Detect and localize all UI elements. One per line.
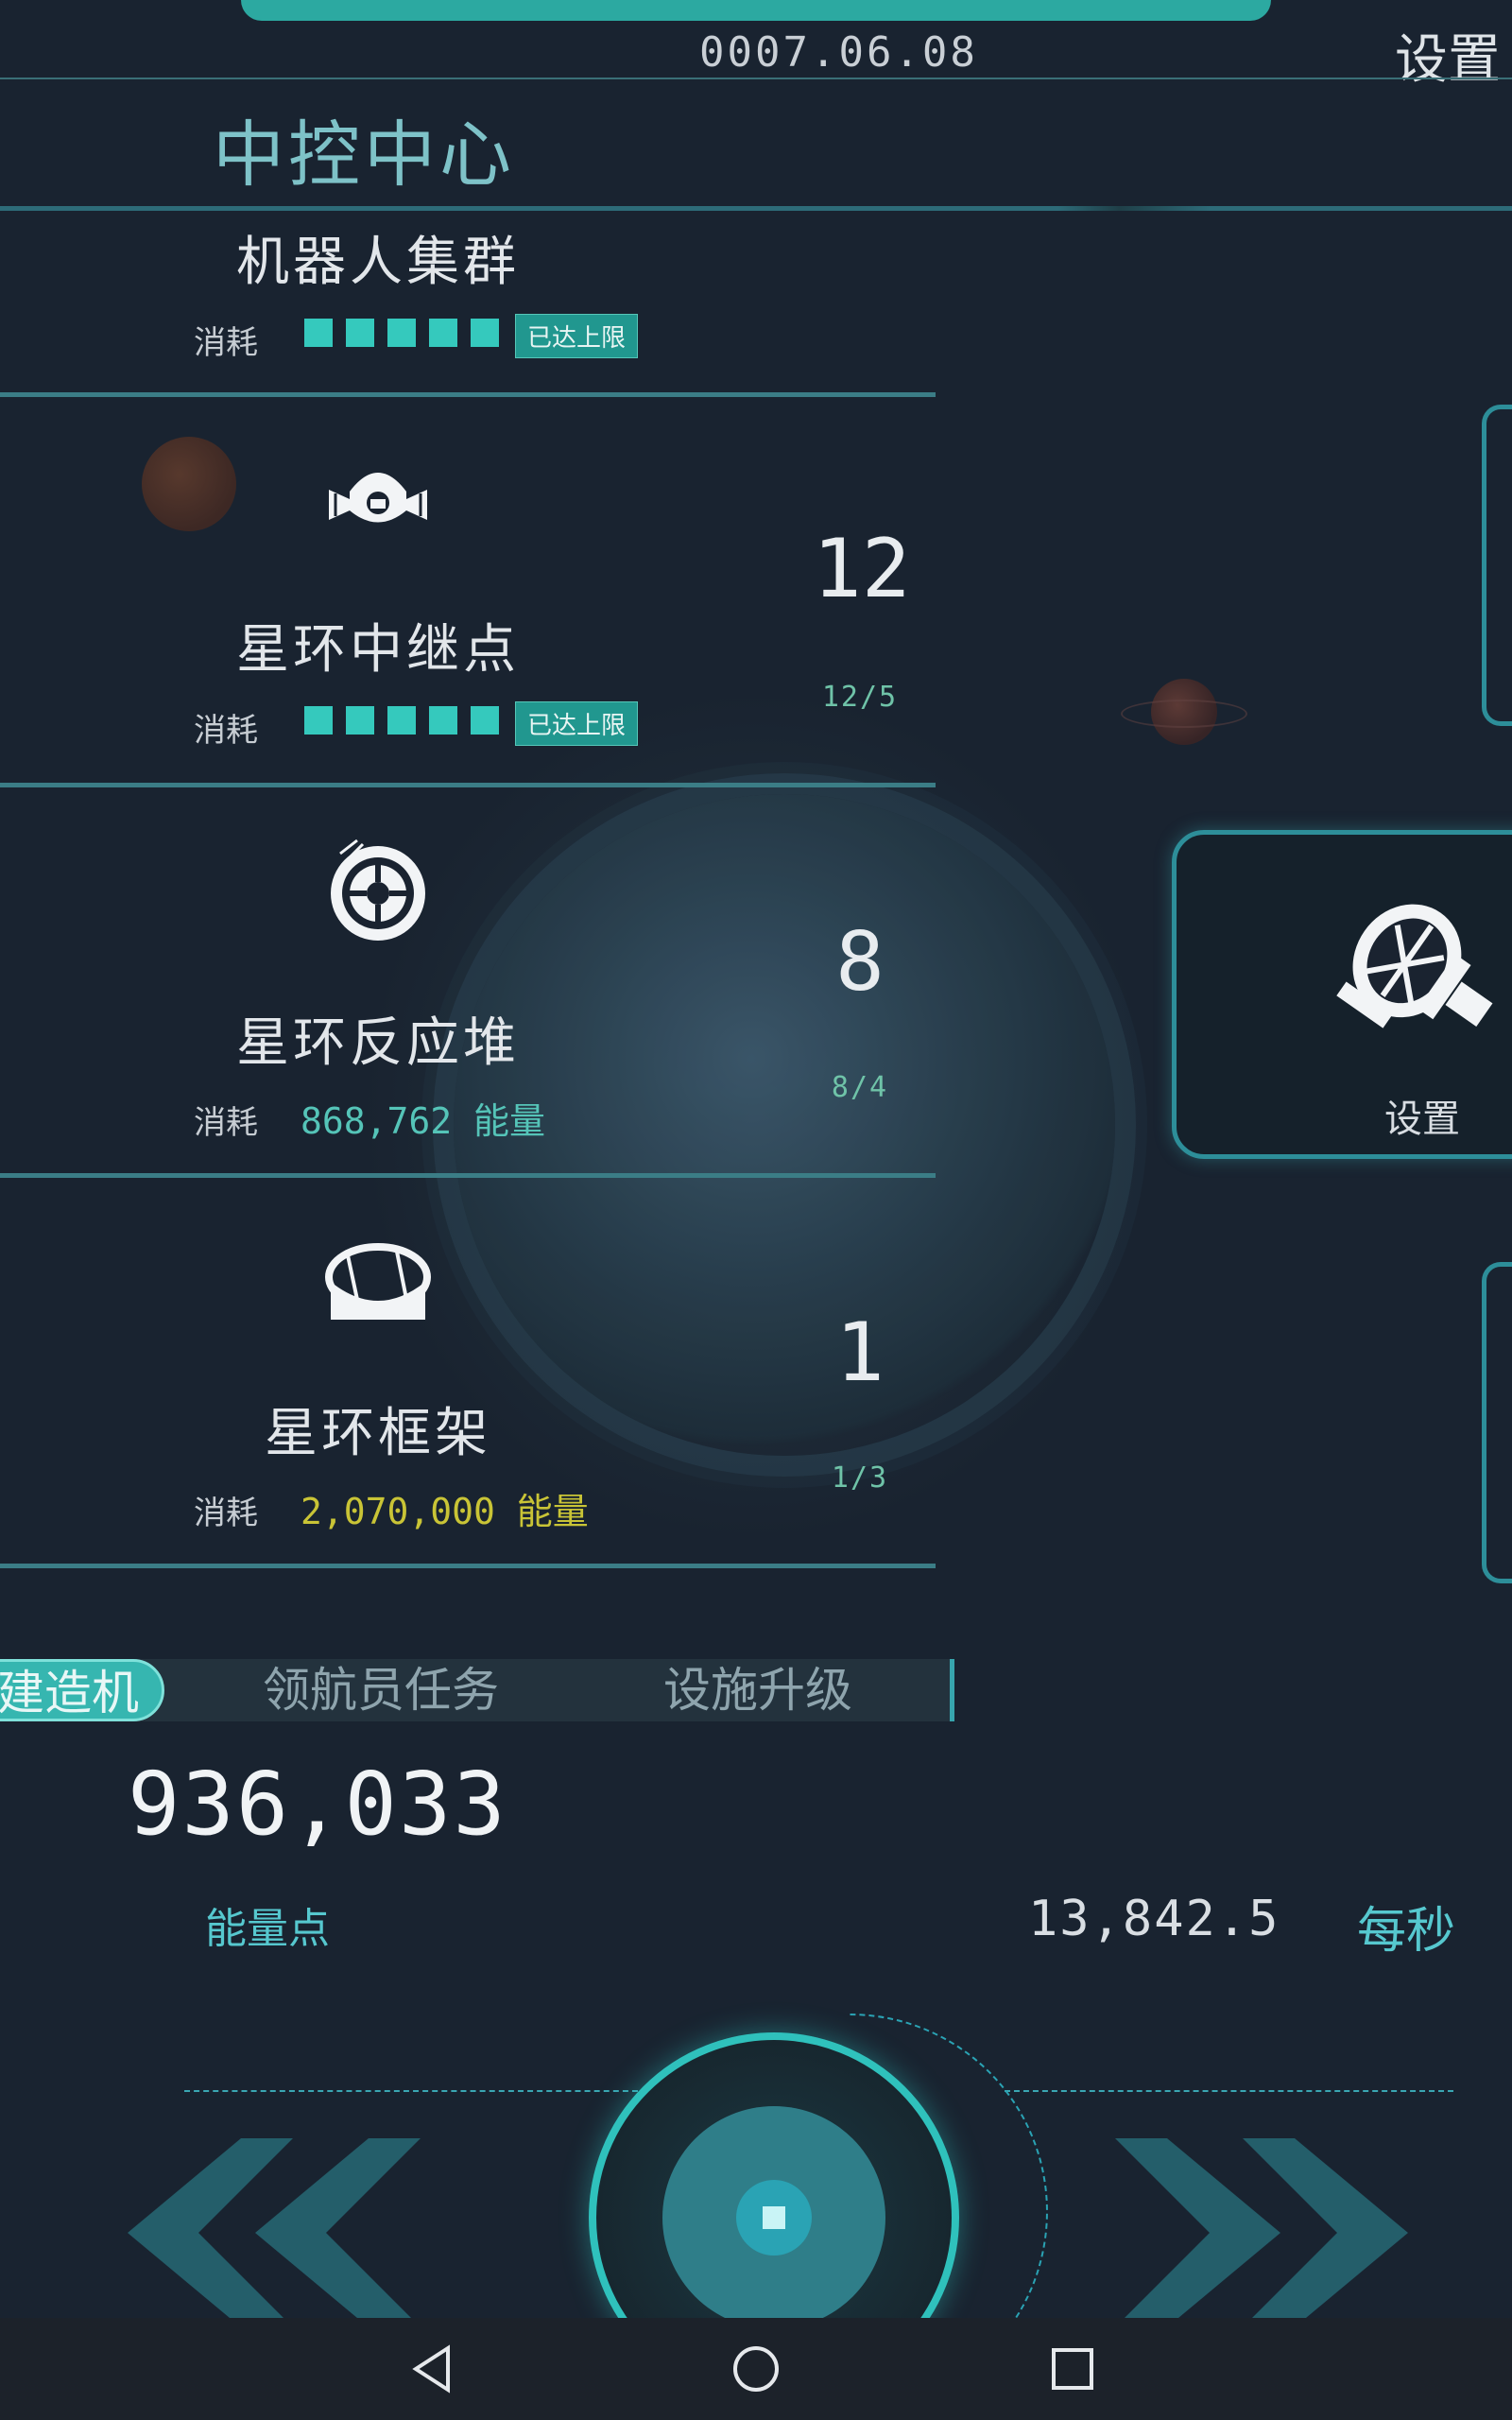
cost-level-segment: [304, 706, 333, 735]
double-chevron-left-icon[interactable]: [128, 2138, 449, 2327]
cost-level-segment: [387, 319, 416, 347]
building-item-robot-cluster[interactable]: 机器人集群 消耗 已达上限: [0, 211, 936, 397]
building-name: 星环反应堆: [236, 1012, 520, 1074]
building-ratio: 8/4: [831, 1071, 889, 1104]
header-divider: [0, 78, 1512, 79]
building-count: 12: [813, 522, 911, 616]
cost-label: 消耗: [194, 712, 258, 750]
tab-navigator-missions[interactable]: 领航员任务: [263, 1659, 499, 1721]
dashed-guide-right: [1005, 2090, 1453, 2092]
cost-level-bar: [304, 319, 499, 347]
cost-level-segment: [346, 706, 374, 735]
cost-unit: 能量: [516, 1491, 589, 1532]
cost-level-segment: [346, 319, 374, 347]
settings-button[interactable]: 设置: [1395, 17, 1501, 94]
reactor-icon: [331, 838, 425, 941]
cost-value: 2,070,000: [301, 1491, 495, 1532]
building-item-relay-station[interactable]: 星环中继点 12 12/5 消耗 已达上限: [0, 397, 936, 787]
recents-icon[interactable]: [1044, 2341, 1101, 2397]
cost-level-segment: [429, 319, 457, 347]
building-ratio: 1/3: [831, 1461, 889, 1495]
max-level-badge: 已达上限: [515, 701, 639, 746]
cost-value: 868,762: [301, 1100, 453, 1142]
energy-points-value: 936,033: [128, 1754, 507, 1855]
side-panel-satellite[interactable]: 设置: [1172, 830, 1512, 1159]
building-item-ring-frame[interactable]: 星环框架 1 1/3 消耗 2,070,000 能量: [0, 1178, 936, 1568]
side-panel-label: 设置: [1384, 1098, 1460, 1141]
satellite-icon: [1336, 904, 1493, 1028]
back-icon[interactable]: [406, 2341, 463, 2397]
game-date: 0007.06.08: [699, 28, 978, 77]
cost-label: 消耗: [194, 1495, 258, 1532]
cost-label: 消耗: [194, 1104, 258, 1142]
side-tab-lower[interactable]: [1482, 1262, 1512, 1583]
stop-square-icon: [763, 2206, 785, 2229]
ringed-planet-illustration: [1121, 679, 1247, 745]
cost-level-segment: [304, 319, 333, 347]
cost-amount: 2,070,000 能量: [301, 1482, 589, 1534]
page-title: 中控中心: [213, 112, 515, 197]
cost-level-segment: [471, 319, 499, 347]
top-frame-accent: [241, 0, 1271, 21]
double-chevron-right-icon[interactable]: [1087, 2138, 1408, 2327]
building-name: 星环框架: [265, 1403, 491, 1464]
cost-label: 消耗: [194, 324, 258, 362]
cost-unit: 能量: [473, 1100, 546, 1142]
cost-level-segment: [387, 706, 416, 735]
building-count: 8: [835, 915, 885, 1010]
building-list[interactable]: 机器人集群 消耗 已达上限 星环中继点 12 12/5 消耗 已达上限 星环反应…: [0, 211, 936, 1572]
cost-level-segment: [471, 706, 499, 735]
tab-facility-upgrade[interactable]: 设施升级: [663, 1659, 852, 1721]
building-name: 星环中继点: [236, 619, 520, 681]
cost-level-segment: [429, 706, 457, 735]
dashed-guide-left: [184, 2090, 638, 2092]
cost-amount: 868,762 能量: [301, 1092, 545, 1144]
building-item-reactor[interactable]: 星环反应堆 8 8/4 消耗 868,762 能量: [0, 787, 936, 1178]
energy-rate-value: 13,842.5: [1028, 1891, 1280, 1947]
energy-points-label: 能量点: [205, 1905, 330, 1953]
building-ratio: 12/5: [821, 681, 899, 714]
ring-frame-icon: [325, 1243, 431, 1320]
tab-bar: 建造机 领航员任务 设施升级: [0, 1659, 954, 1721]
max-level-badge: 已达上限: [515, 314, 639, 358]
side-tab-upper[interactable]: [1482, 405, 1512, 726]
tab-builder[interactable]: 建造机: [0, 1659, 164, 1721]
cost-level-bar: [304, 706, 499, 735]
building-count: 1: [835, 1305, 885, 1400]
energy-rate-unit: 每秒: [1357, 1903, 1456, 1960]
relay-station-icon: [329, 473, 427, 523]
home-icon[interactable]: [728, 2341, 784, 2397]
building-name: 机器人集群: [236, 232, 520, 293]
item-divider: [0, 1564, 936, 1568]
